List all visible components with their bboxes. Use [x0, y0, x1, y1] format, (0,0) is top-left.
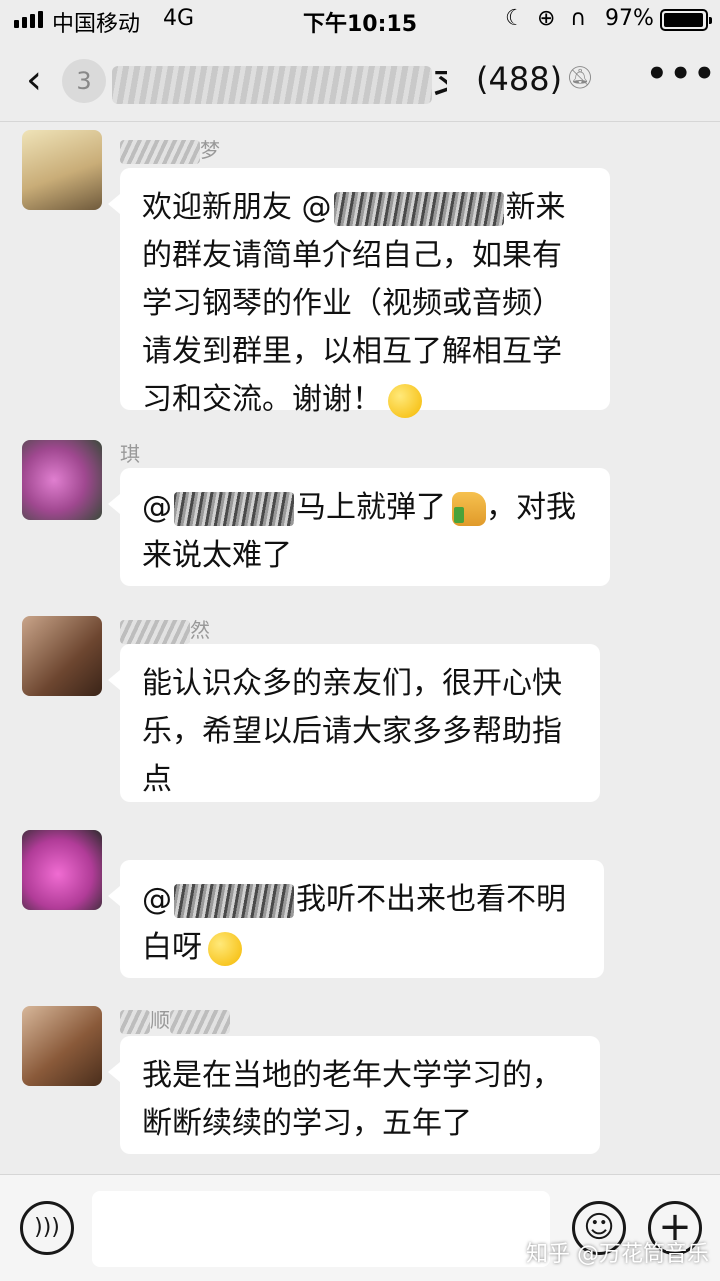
message-bubble[interactable]: 欢迎新朋友 @ 新来的群友请简单介绍自己，如果有学习钢琴的作业（视频或音频）请发到…	[108, 168, 610, 418]
chat-header: ‹ 3 钢琴学习交流群群群群习交... (488) 🔕︎ •••	[0, 40, 720, 122]
message-bubble[interactable]: @ 马上就弹了 ，对我来说太难了	[108, 468, 610, 586]
chevron-left-icon[interactable]: ‹	[26, 60, 42, 100]
sender-name: 梦	[120, 134, 220, 164]
more-dots-icon[interactable]: •••	[646, 54, 717, 94]
thumbs-up-emoji-icon	[452, 491, 486, 526]
redacted-mention	[174, 491, 294, 526]
avatar[interactable]	[22, 1006, 102, 1086]
message-input[interactable]	[92, 1191, 550, 1267]
avatar[interactable]	[22, 440, 102, 520]
member-count: (488)	[476, 60, 563, 98]
voice-icon[interactable]: )))	[20, 1201, 74, 1255]
laugh-cry-emoji-icon	[208, 931, 242, 966]
redacted-mention	[174, 883, 294, 918]
moon-icon: ☾	[505, 6, 525, 31]
redacted-mention	[333, 191, 504, 226]
message-bubble[interactable]: 能认识众多的亲友们，很开心快乐，希望以后请大家多多帮助指点	[108, 644, 600, 802]
chat-title-visible: 习交...	[432, 66, 447, 104]
chat-title[interactable]: 钢琴学习交流群群群群习交...	[112, 60, 447, 106]
smile-emoji-icon	[388, 383, 422, 418]
bell-muted-icon: 🔕︎	[566, 66, 594, 91]
rotation-lock-icon: ⊕	[537, 6, 556, 31]
avatar[interactable]	[22, 130, 102, 210]
avatar[interactable]	[22, 830, 102, 910]
sender-name: 顺	[120, 1004, 230, 1034]
blurred-title-part: 钢琴学习交流群群群群	[112, 66, 433, 104]
sender-name: 琪	[120, 442, 140, 466]
message-bubble[interactable]: 我是在当地的老年大学学习的，断断续续的学习，五年了	[108, 1036, 600, 1154]
sender-name: 然	[120, 614, 210, 644]
watermark: 知乎 @万花筒音乐	[526, 1242, 709, 1267]
battery-icon	[660, 9, 712, 31]
headphone-icon: ∩	[570, 6, 587, 31]
message-bubble[interactable]: @ 我听不出来也看不明白呀	[108, 860, 604, 978]
avatar[interactable]	[22, 616, 102, 696]
status-bar: 中国移动 4G 下午10:15 ☾ ⊕ ∩ 97%	[0, 0, 720, 40]
unread-count-badge[interactable]: 3	[62, 59, 106, 103]
battery-percent: 97%	[605, 6, 654, 31]
